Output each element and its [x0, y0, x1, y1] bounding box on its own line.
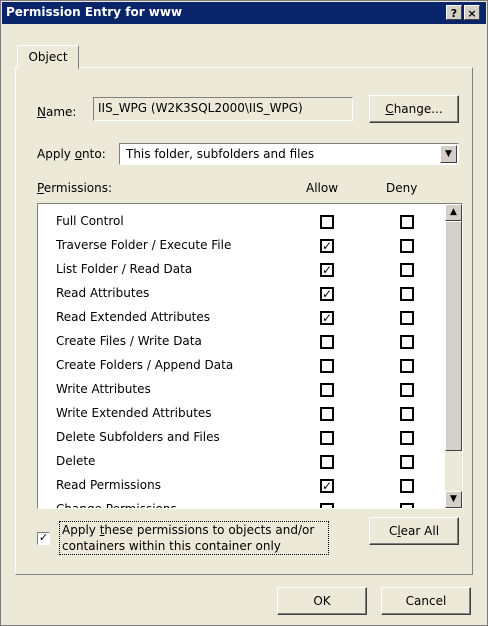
scroll-thumb[interactable] — [445, 221, 462, 451]
permission-row: Read Permissions ✓ — [38, 474, 442, 498]
apply-onto-select[interactable]: This folder, subfolders and files ▼ — [119, 143, 459, 165]
deny-checkbox[interactable] — [400, 287, 414, 301]
permission-name: Delete Subfolders and Files — [56, 430, 220, 444]
allow-checkbox[interactable] — [320, 503, 334, 508]
permission-name: Write Attributes — [56, 382, 151, 396]
permission-row: Traverse Folder / Execute File ✓ — [38, 234, 442, 258]
allow-checkbox[interactable]: ✓ — [320, 311, 334, 325]
permission-name: Write Extended Attributes — [56, 406, 212, 420]
permission-row: Delete Subfolders and Files — [38, 426, 442, 450]
change-button[interactable]: Change... — [369, 95, 459, 123]
permission-name: Read Extended Attributes — [56, 310, 211, 324]
permission-row: List Folder / Read Data ✓ — [38, 258, 442, 282]
apply-inheritance-checkbox[interactable]: ✓ — [37, 532, 50, 545]
allow-checkbox[interactable]: ✓ — [320, 287, 334, 301]
deny-checkbox[interactable] — [400, 263, 414, 277]
allow-checkbox[interactable]: ✓ — [320, 239, 334, 253]
window-title: Permission Entry for www — [6, 5, 183, 19]
deny-checkbox[interactable] — [400, 215, 414, 229]
name-label: Name: — [37, 105, 77, 119]
permission-name: Traverse Folder / Execute File — [56, 238, 232, 252]
deny-checkbox[interactable] — [400, 431, 414, 445]
deny-checkbox[interactable] — [400, 359, 414, 373]
name-field: IIS_WPG (W2K3SQL2000\IIS_WPG) — [93, 97, 353, 121]
deny-checkbox[interactable] — [400, 479, 414, 493]
allow-checkbox[interactable] — [320, 359, 334, 373]
permission-name: Create Folders / Append Data — [56, 358, 234, 372]
permission-row: Change Permissions — [38, 498, 442, 509]
permission-row: Read Attributes ✓ — [38, 282, 442, 306]
allow-checkbox[interactable] — [320, 215, 334, 229]
scroll-up-icon[interactable]: ▲ — [445, 204, 462, 221]
cancel-button[interactable]: Cancel — [381, 587, 471, 615]
deny-header: Deny — [386, 181, 418, 195]
allow-checkbox[interactable]: ✓ — [320, 263, 334, 277]
ok-button[interactable]: OK — [277, 587, 367, 615]
scroll-down-icon[interactable]: ▼ — [445, 491, 462, 508]
permission-row: Delete — [38, 450, 442, 474]
permission-name: Read Attributes — [56, 286, 150, 300]
permission-row: Read Extended Attributes ✓ — [38, 306, 442, 330]
permission-entry-dialog: Permission Entry for www ? × Object Name… — [0, 0, 488, 626]
permissions-list: Full Control Traverse Folder / Execute Fi… — [37, 203, 463, 509]
close-button[interactable]: × — [464, 5, 480, 20]
permission-name: Full Control — [56, 214, 124, 228]
deny-checkbox[interactable] — [400, 455, 414, 469]
chevron-down-icon[interactable]: ▼ — [440, 145, 457, 163]
deny-checkbox[interactable] — [400, 335, 414, 349]
allow-checkbox[interactable] — [320, 455, 334, 469]
clear-all-button[interactable]: Clear All — [369, 517, 459, 545]
permission-name: Change Permissions — [56, 502, 177, 509]
allow-checkbox[interactable] — [320, 335, 334, 349]
allow-checkbox[interactable]: ✓ — [320, 479, 334, 493]
deny-checkbox[interactable] — [400, 383, 414, 397]
apply-onto-value: This folder, subfolders and files — [126, 147, 315, 161]
deny-checkbox[interactable] — [400, 239, 414, 253]
apply-inheritance-label[interactable]: Apply these permissions to objects and/o… — [59, 521, 329, 555]
deny-checkbox[interactable] — [400, 503, 414, 508]
permission-row: Create Files / Write Data — [38, 330, 442, 354]
permission-name: Delete — [56, 454, 96, 468]
permission-row: Full Control — [38, 210, 442, 234]
deny-checkbox[interactable] — [400, 407, 414, 421]
allow-checkbox[interactable] — [320, 407, 334, 421]
title-bar[interactable]: Permission Entry for www ? × — [2, 2, 486, 24]
permission-row: Create Folders / Append Data — [38, 354, 442, 378]
permission-row: Write Attributes — [38, 378, 442, 402]
vertical-scrollbar[interactable]: ▲ ▼ — [445, 204, 462, 508]
allow-checkbox[interactable] — [320, 383, 334, 397]
permission-name: List Folder / Read Data — [56, 262, 193, 276]
allow-header: Allow — [306, 181, 339, 195]
apply-onto-label: Apply onto: — [37, 147, 106, 161]
permission-name: Read Permissions — [56, 478, 161, 492]
permissions-header: Permissions: — [37, 181, 113, 195]
allow-checkbox[interactable] — [320, 431, 334, 445]
permission-name: Create Files / Write Data — [56, 334, 202, 348]
tab-object[interactable]: Object — [17, 45, 79, 69]
permission-row: Write Extended Attributes — [38, 402, 442, 426]
help-button[interactable]: ? — [446, 5, 462, 20]
deny-checkbox[interactable] — [400, 311, 414, 325]
